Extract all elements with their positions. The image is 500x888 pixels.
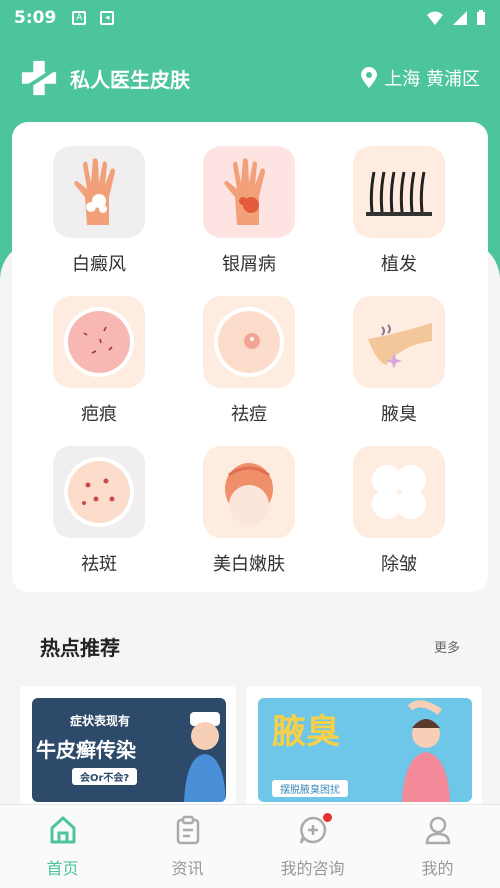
service-freckle[interactable]: 祛斑: [24, 446, 174, 596]
article-card-psoriasis[interactable]: 症状表现有 牛皮癣传染 会Or不会?: [20, 686, 236, 804]
back-notification-icon: ◂: [100, 11, 115, 25]
service-vitiligo[interactable]: 白癜风: [24, 146, 174, 296]
service-scar[interactable]: 疤痕: [24, 296, 174, 446]
app-title: 私人医生皮肤: [70, 67, 190, 92]
signal-icon: [453, 11, 467, 25]
spots-icon: [53, 446, 145, 538]
wifi-icon: [427, 11, 443, 25]
nav-profile[interactable]: 我的: [375, 805, 500, 888]
nav-label: 我的: [421, 859, 454, 878]
clipboard-icon: [176, 815, 199, 845]
service-acne[interactable]: 祛痘: [174, 296, 324, 446]
nav-home[interactable]: 首页: [0, 805, 125, 888]
nav-label: 资讯: [171, 859, 204, 878]
hot-section-header: 热点推荐 更多: [40, 632, 460, 661]
service-hair-transplant[interactable]: 植发: [324, 146, 474, 296]
service-label: 白癜风: [72, 254, 126, 275]
service-label: 腋臭: [381, 404, 417, 425]
bottom-nav: 首页 资讯 我的咨询 我的: [0, 804, 500, 888]
service-label: 疤痕: [81, 404, 117, 425]
face-whitening-icon: [203, 446, 295, 538]
status-bar: 5:09 A ◂: [0, 0, 500, 36]
nav-label: 我的咨询: [280, 859, 345, 878]
services-grid: 白癜风 银屑病 植发 疤痕 祛痘 腋臭 祛斑 美白嫩肤 除皱: [12, 122, 488, 592]
service-whitening[interactable]: 美白嫩肤: [174, 446, 324, 596]
nav-news[interactable]: 资讯: [125, 805, 250, 888]
app-header: 私人医生皮肤 上海 黄浦区: [0, 56, 500, 100]
service-label: 植发: [381, 254, 417, 275]
service-label: 银屑病: [222, 254, 276, 275]
status-time: 5:09: [14, 8, 57, 28]
wrinkle-icon: [353, 446, 445, 538]
article-card-armpit[interactable]: 腋臭 摆脱腋臭困扰: [246, 686, 482, 804]
location-pin-icon: [361, 67, 378, 88]
acne-icon: [203, 296, 295, 388]
a-notification-icon: A: [72, 11, 87, 25]
more-link[interactable]: 更多: [434, 637, 460, 656]
doctor-illustration-icon: [184, 712, 226, 802]
hand-vitiligo-icon: [53, 146, 145, 238]
card-line1: 症状表现有: [70, 714, 131, 728]
battery-icon: [477, 10, 485, 25]
chat-add-icon: [298, 813, 332, 845]
home-icon: [50, 816, 75, 844]
hand-psoriasis-icon: [203, 146, 295, 238]
location-text: 上海 黄浦区: [384, 69, 480, 90]
card-line3: 会Or不会?: [72, 768, 138, 785]
hot-section-title: 热点推荐: [40, 636, 120, 660]
medical-cross-logo-icon: [21, 60, 57, 96]
article-thumbnail: 症状表现有 牛皮癣传染 会Or不会?: [32, 698, 226, 802]
service-label: 美白嫩肤: [213, 554, 285, 575]
nav-consult[interactable]: 我的咨询: [250, 805, 375, 888]
hair-icon: [353, 146, 445, 238]
service-label: 祛斑: [81, 554, 117, 575]
service-armpit-odor[interactable]: 腋臭: [324, 296, 474, 446]
armpit-icon: [353, 296, 445, 388]
service-label: 祛痘: [231, 404, 267, 425]
service-psoriasis[interactable]: 银屑病: [174, 146, 324, 296]
notification-badge: [322, 813, 332, 822]
nav-label: 首页: [46, 859, 79, 878]
location-selector[interactable]: 上海 黄浦区: [360, 65, 480, 91]
service-label: 除皱: [381, 554, 417, 575]
woman-illustration-icon: [402, 700, 450, 802]
service-wrinkle-removal[interactable]: 除皱: [324, 446, 474, 596]
article-thumbnail: 腋臭 摆脱腋臭困扰: [258, 698, 472, 802]
scar-icon: [53, 296, 145, 388]
card-title: 腋臭: [272, 712, 340, 752]
user-icon: [425, 816, 450, 845]
hot-feed: 症状表现有 牛皮癣传染 会Or不会? 腋臭 摆脱腋臭困扰: [20, 686, 482, 804]
card-line2: 牛皮癣传染: [36, 738, 136, 762]
card-subtitle: 摆脱腋臭困扰: [272, 780, 348, 797]
